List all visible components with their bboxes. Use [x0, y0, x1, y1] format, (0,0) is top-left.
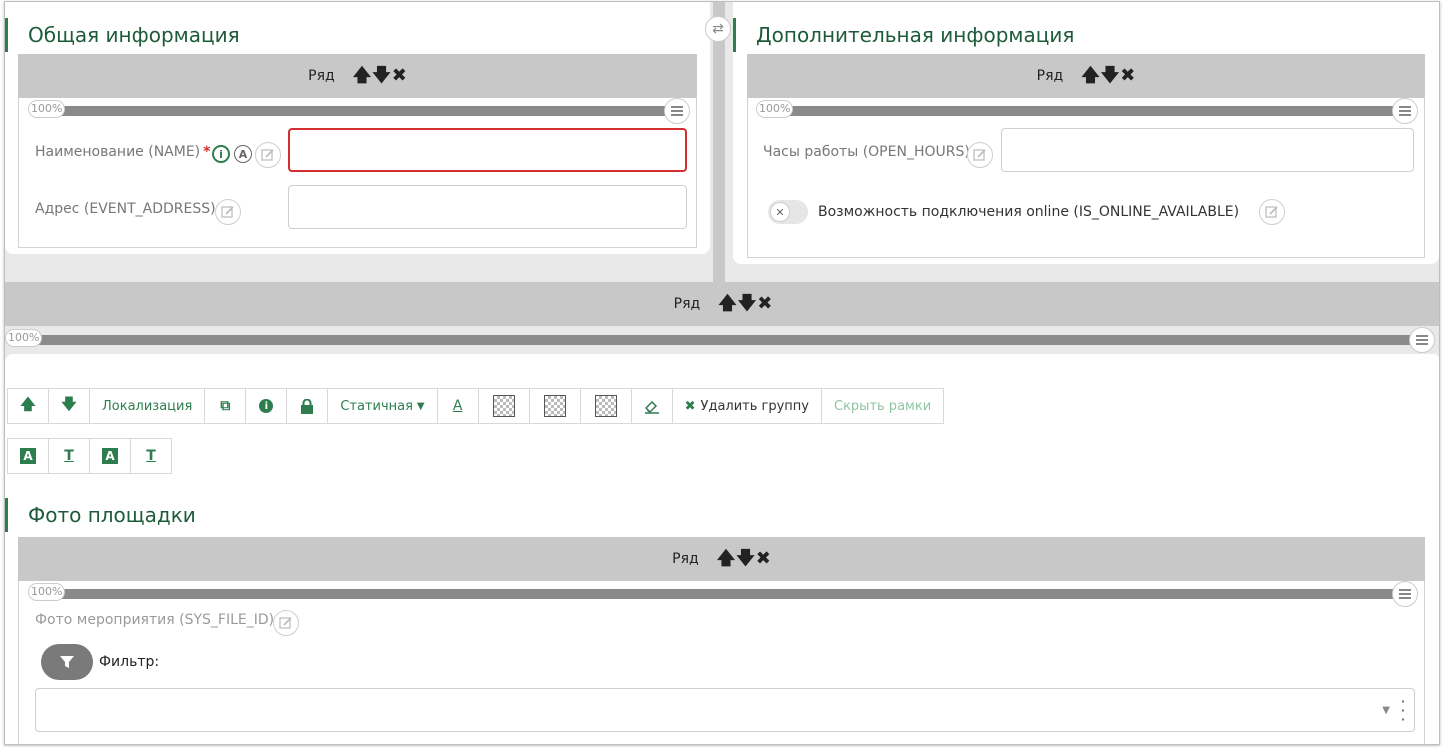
text-underline-icon[interactable]: T	[48, 438, 90, 474]
delete-group-label: Удалить группу	[700, 398, 809, 414]
transparency-icon[interactable]	[528, 388, 581, 424]
move-down-button[interactable]: 🡇	[48, 388, 90, 424]
static-dropdown-label: Статичная	[340, 398, 413, 414]
text-format-toolbar: A T A T	[7, 438, 172, 474]
online-toggle[interactable]: ✕	[768, 200, 808, 224]
filter-button[interactable]	[41, 644, 93, 680]
slider-track[interactable]	[35, 335, 1421, 345]
name-input[interactable]	[288, 128, 687, 172]
width-percent: 100%	[5, 329, 43, 347]
slider-track[interactable]	[42, 106, 676, 116]
card-title: Фото площадки	[5, 498, 196, 532]
lock-icon[interactable]	[286, 388, 329, 424]
swap-icon[interactable]: ⇄	[705, 16, 731, 42]
info-icon[interactable]: i	[212, 145, 230, 163]
list-handle-icon[interactable]	[664, 98, 690, 124]
slider-track[interactable]	[42, 589, 1404, 599]
width-slider[interactable]: 100%	[5, 327, 1435, 353]
width-slider[interactable]: 100%	[28, 98, 690, 124]
text-background-icon[interactable]: A	[89, 438, 131, 474]
edit-icon[interactable]	[215, 199, 241, 225]
list-handle-icon[interactable]	[1392, 98, 1418, 124]
localization-button[interactable]: Локализация	[89, 388, 206, 424]
move-up-button[interactable]: 🡅	[7, 388, 49, 424]
width-slider[interactable]: 100%	[756, 98, 1418, 124]
close-icon[interactable]: ✖	[757, 295, 772, 313]
online-field-label: Возможность подключения online (IS_ONLIN…	[818, 204, 1240, 220]
arrow-up-icon[interactable]: 🡅	[1081, 67, 1100, 85]
general-info-card: Общая информация Ряд 🡅 🡇 ✖ 100% Наименов…	[5, 2, 710, 254]
auto-icon[interactable]: A	[234, 145, 252, 163]
row-bar: Ряд 🡅 🡇 ✖	[747, 54, 1425, 98]
close-icon: ✖	[684, 398, 696, 414]
arrow-down-icon[interactable]: 🡇	[1101, 67, 1120, 85]
row-label: Ряд	[1036, 68, 1064, 84]
group-area: 🡅 🡇 Локализация ⧉ i Статичная ▼ A ✖ Удал…	[5, 354, 1439, 744]
edit-icon[interactable]	[1259, 199, 1285, 225]
transparency-icon[interactable]	[477, 388, 530, 424]
row-bar: Ряд 🡅 🡇 ✖	[18, 537, 1425, 581]
column-divider	[713, 2, 725, 282]
width-slider[interactable]: 100%	[28, 581, 1418, 607]
edit-icon[interactable]	[967, 142, 993, 168]
toggle-off-icon: ✕	[770, 202, 790, 222]
required-marker: *	[203, 144, 211, 160]
close-icon[interactable]: ✖	[756, 550, 771, 568]
row-bar: Ряд 🡅 🡇 ✖	[18, 54, 697, 98]
caret-down-icon[interactable]: ▼	[1382, 705, 1390, 716]
file-select[interactable]: ▼ · · ·	[35, 688, 1415, 732]
hours-field-label: Часы работы (OPEN_HOURS)	[763, 144, 970, 160]
close-icon[interactable]: ✖	[392, 67, 407, 85]
more-vertical-icon[interactable]: · · ·	[1400, 694, 1406, 728]
row-bar: Ряд 🡅 🡇 ✖	[5, 282, 1439, 326]
arrow-up-icon[interactable]: 🡅	[717, 550, 736, 568]
edit-icon[interactable]	[255, 142, 281, 168]
arrow-down-icon[interactable]: 🡇	[738, 295, 757, 313]
transparency-icon[interactable]	[579, 388, 632, 424]
address-field-label: Адрес (EVENT_ADDRESS)	[35, 201, 216, 217]
text-color-icon[interactable]: A	[436, 388, 479, 424]
address-input[interactable]	[288, 185, 687, 229]
additional-info-card: Дополнительная информация Ряд 🡅 🡇 ✖ 100%…	[733, 2, 1439, 264]
arrow-down-icon[interactable]: 🡇	[372, 67, 391, 85]
caret-down-icon: ▼	[416, 400, 425, 412]
list-handle-icon[interactable]	[1409, 327, 1435, 353]
row-label: Ряд	[672, 551, 699, 567]
filter-label: Фильтр:	[99, 654, 160, 670]
name-label-text: Наименование (NAME)	[35, 144, 201, 160]
width-percent: 100%	[28, 583, 66, 601]
filter-icon	[60, 656, 74, 668]
edit-icon[interactable]	[273, 610, 299, 636]
card-title: Дополнительная информация	[733, 18, 1074, 52]
row-label: Ряд	[673, 296, 701, 312]
text-underline-icon[interactable]: T	[130, 438, 172, 474]
file-field-label: Фото мероприятия (SYS_FILE_ID)	[35, 612, 275, 628]
close-icon[interactable]: ✖	[1120, 67, 1135, 85]
hide-frames-button[interactable]: Скрыть рамки	[821, 388, 945, 424]
list-handle-icon[interactable]	[1392, 581, 1418, 607]
delete-group-button[interactable]: ✖ Удалить группу	[671, 388, 822, 424]
slider-track[interactable]	[770, 106, 1404, 116]
card-title: Общая информация	[5, 18, 240, 52]
binoculars-icon[interactable]: ⧉	[204, 388, 247, 424]
row-label: Ряд	[308, 68, 335, 84]
arrow-up-icon[interactable]: 🡅	[718, 295, 737, 313]
width-percent: 100%	[756, 100, 794, 118]
width-percent: 100%	[28, 100, 66, 118]
arrow-up-icon[interactable]: 🡅	[353, 67, 372, 85]
static-dropdown[interactable]: Статичная ▼	[327, 388, 438, 424]
name-field-label: Наименование (NAME) *	[35, 144, 210, 160]
row-content-box	[747, 98, 1425, 258]
hours-input[interactable]	[1001, 128, 1414, 172]
text-background-icon[interactable]: A	[7, 438, 49, 474]
eraser-icon[interactable]	[630, 388, 673, 424]
info-icon[interactable]: i	[245, 388, 288, 424]
form-designer: Общая информация Ряд 🡅 🡇 ✖ 100% Наименов…	[4, 1, 1440, 745]
arrow-down-icon[interactable]: 🡇	[736, 550, 755, 568]
group-toolbar: 🡅 🡇 Локализация ⧉ i Статичная ▼ A ✖ Удал…	[7, 388, 945, 424]
